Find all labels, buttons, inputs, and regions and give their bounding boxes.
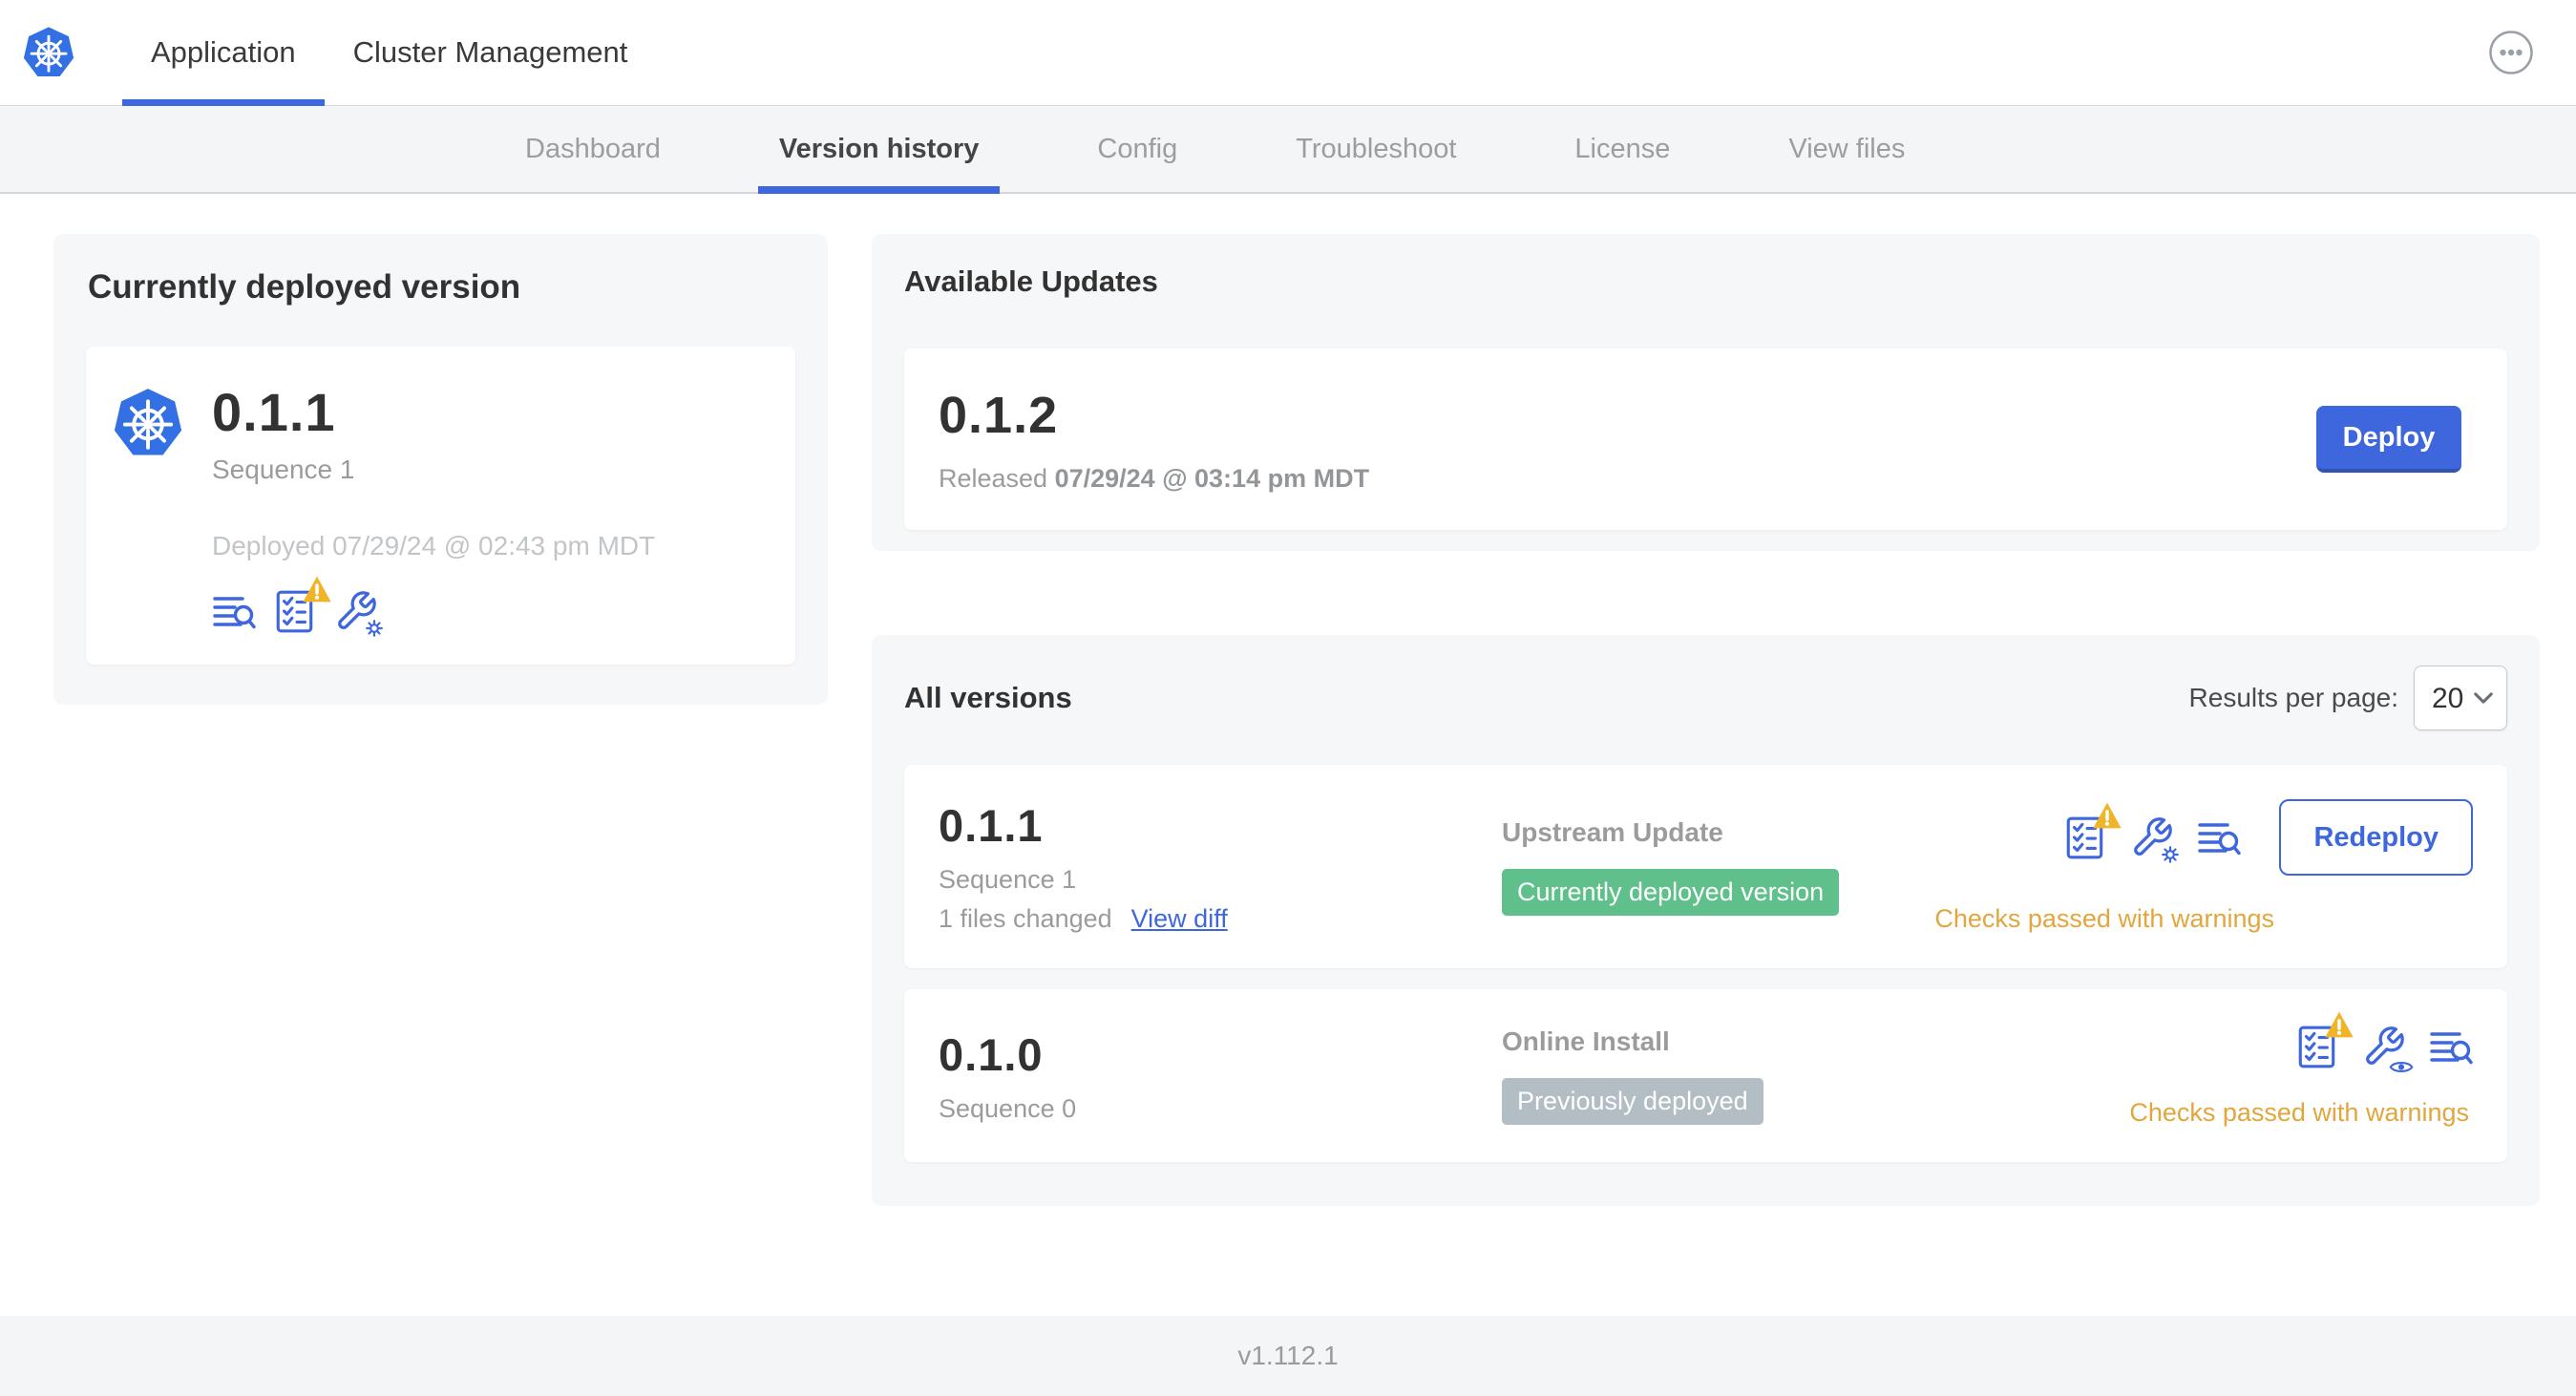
tab-dashboard-label: Dashboard [525,133,661,164]
tab-license[interactable]: License [1515,106,1729,192]
deployed-version-actions [212,576,655,640]
tab-config-label: Config [1097,133,1178,164]
edit-config-icon[interactable] [2130,814,2182,866]
tab-troubleshoot-label: Troubleshoot [1296,133,1457,164]
left-column: Currently deployed version 0.1.1 Sequenc… [53,234,828,1316]
warning-triangle-icon [2325,1011,2354,1038]
deployed-sequence: Sequence 1 [212,455,355,484]
deployed-version-number: 0.1.1 [212,382,336,442]
logs-icon[interactable] [2197,814,2242,860]
version-source: Online Install [1502,1026,1670,1056]
results-per-page-label: Results per page: [2188,683,2398,712]
all-versions-title: All versions [904,681,1072,714]
redeploy-button[interactable]: Redeploy [2279,799,2473,876]
app-subnav: Dashboard Version history Config Trouble… [0,106,2576,194]
released-timestamp: 07/29/24 @ 03:14 pm MDT [1054,463,1370,493]
eye-icon [2389,1062,2414,1072]
version-row-0-1-1: 0.1.1 Sequence 1 1 files changed View di… [904,765,2507,968]
tab-dashboard[interactable]: Dashboard [466,106,720,192]
version-row-left: 0.1.0 Sequence 0 [939,1028,1502,1124]
tab-cluster-management[interactable]: Cluster Management [325,0,657,105]
logs-icon[interactable] [212,588,256,634]
edit-config-icon[interactable] [334,588,386,640]
preflight-status-text: Checks passed with warnings [2129,1098,2469,1127]
deployed-timestamp: Deployed 07/29/24 @ 02:43 pm MDT [212,531,656,561]
available-updates-title: Available Updates [904,264,1158,298]
all-versions-header: All versions Results per page: 20 [904,666,2507,730]
version-source: Upstream Update [1502,817,1723,847]
previously-deployed-badge: Previously deployed [1502,1078,1763,1125]
kubernetes-logo-icon [21,24,76,81]
version-actions: Redeploy [2063,799,2473,876]
version-sequence: Sequence 1 [939,865,1077,894]
logs-icon[interactable] [2429,1024,2473,1069]
currently-deployed-title: Currently deployed version [88,268,521,306]
tab-application[interactable]: Application [122,0,325,106]
results-per-page: Results per page: 20 [2189,666,2507,730]
version-number: 0.1.1 [939,800,1044,851]
tab-config[interactable]: Config [1038,106,1236,192]
tab-version-history-label: Version history [778,133,980,164]
tab-license-label: License [1574,133,1671,164]
released-label: Released [939,463,1048,493]
version-row-middle: Upstream Update Currently deployed versi… [1502,817,1934,916]
version-history-page: Application Cluster Management Dashboard… [0,0,2576,1396]
app-icon-kubernetes [111,385,185,461]
preflight-status-text: Checks passed with warnings [1934,904,2274,933]
tab-view-files[interactable]: View files [1729,106,1964,192]
files-changed-line: 1 files changed View diff [939,904,1502,934]
results-per-page-select[interactable]: 20 [2414,666,2507,730]
main-content: Currently deployed version 0.1.1 Sequenc… [0,194,2576,1316]
version-number: 0.1.0 [939,1028,1044,1080]
warning-triangle-icon [2093,802,2122,829]
update-version-number: 0.1.2 [939,386,1059,444]
overflow-menu-button[interactable] [2488,30,2534,75]
gear-icon [363,617,386,640]
deployed-version-box: 0.1.1 Sequence 1 Deployed 07/29/24 @ 02:… [86,347,795,665]
tab-troubleshoot[interactable]: Troubleshoot [1236,106,1515,192]
all-versions-card: All versions Results per page: 20 0.1.1 … [872,635,2540,1206]
tab-cluster-management-label: Cluster Management [352,35,628,69]
view-config-icon[interactable] [2362,1024,2414,1072]
currently-deployed-card: Currently deployed version 0.1.1 Sequenc… [53,234,828,705]
version-actions [2295,1011,2473,1072]
update-row: 0.1.2 Released 07/29/24 @ 03:14 pm MDT D… [904,349,2507,530]
tab-application-label: Application [151,35,296,69]
preflight-checks-warning-icon[interactable] [2063,802,2122,860]
gear-icon [2160,843,2182,866]
console-version: v1.112.1 [1237,1341,1339,1370]
version-row-middle: Online Install Previously deployed [1502,1026,2129,1125]
files-changed-label: 1 files changed [939,904,1112,933]
preflight-checks-warning-icon[interactable] [2295,1011,2354,1069]
right-column: Available Updates 0.1.2 Released 07/29/2… [872,234,2540,1316]
preflight-checks-warning-icon[interactable] [273,576,331,634]
version-sequence: Sequence 0 [939,1093,1077,1123]
tab-view-files-label: View files [1788,133,1906,164]
view-diff-link[interactable]: View diff [1131,904,1228,934]
ellipsis-menu-icon [2489,31,2533,74]
top-header: Application Cluster Management [0,0,2576,106]
update-released-line: Released 07/29/24 @ 03:14 pm MDT [939,464,1369,494]
currently-deployed-badge: Currently deployed version [1502,869,1840,916]
version-row-right: Checks passed with warnings [2129,1011,2486,1128]
results-per-page-select-wrap: 20 [2414,666,2507,730]
version-row-left: 0.1.1 Sequence 1 1 files changed View di… [939,799,1502,934]
available-updates-card: Available Updates 0.1.2 Released 07/29/2… [872,234,2540,551]
primary-nav: Application Cluster Management [122,0,657,106]
version-row-right: Redeploy Checks passed with warnings [1934,799,2486,934]
version-row-0-1-0: 0.1.0 Sequence 0 Online Install Previous… [904,989,2507,1162]
warning-triangle-icon [303,576,331,603]
page-footer: v1.112.1 [0,1316,2576,1396]
deploy-button[interactable]: Deploy [2316,406,2461,473]
tab-version-history[interactable]: Version history [720,106,1039,194]
